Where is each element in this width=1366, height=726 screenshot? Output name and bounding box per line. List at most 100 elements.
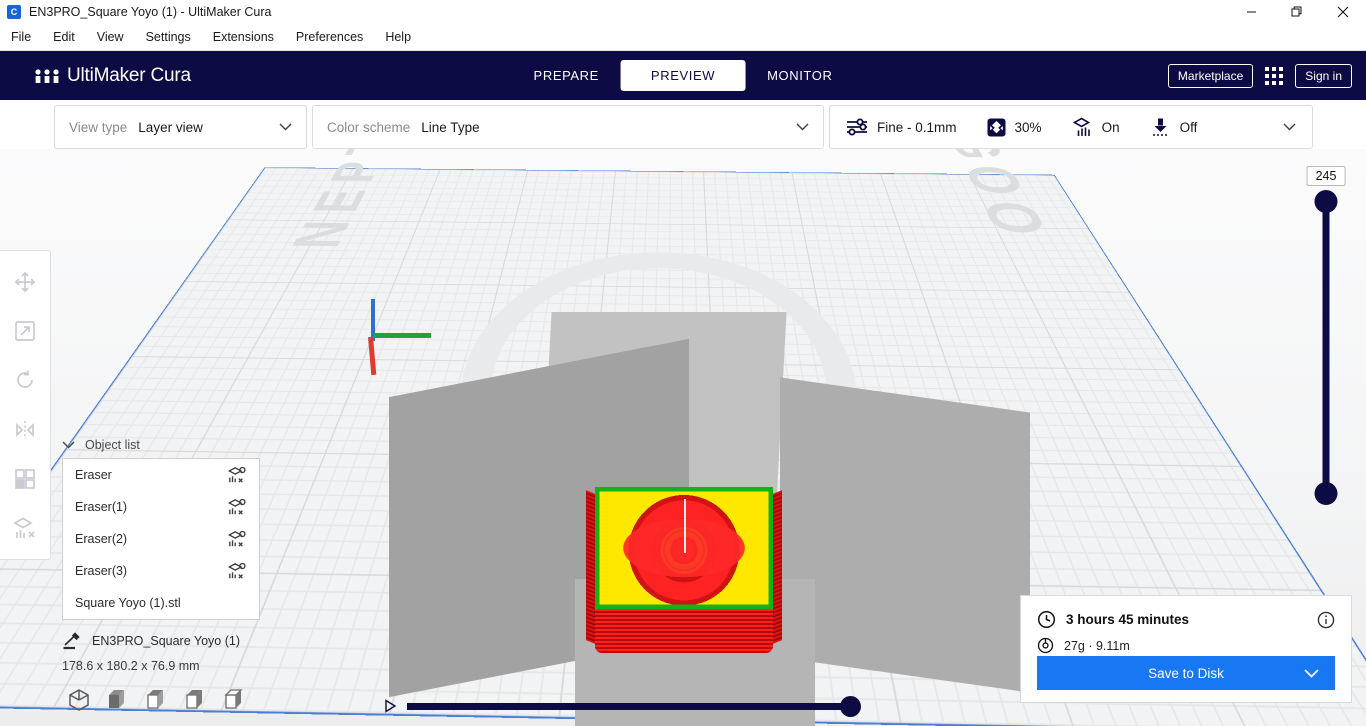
model-dimensions: 178.6 x 180.2 x 76.9 mm (62, 659, 262, 673)
menu-edit[interactable]: Edit (42, 26, 86, 48)
object-label: Eraser(3) (75, 564, 127, 578)
menu-view[interactable]: View (86, 26, 135, 48)
marketplace-button[interactable]: Marketplace (1168, 64, 1253, 88)
list-item[interactable]: Eraser (63, 459, 259, 491)
list-item[interactable]: Eraser(2) (63, 523, 259, 555)
menu-preferences[interactable]: Preferences (285, 26, 374, 48)
layer-upper-handle[interactable] (1315, 190, 1338, 213)
simulation-slider[interactable] (382, 695, 852, 717)
per-model-settings-icon[interactable] (8, 462, 42, 496)
list-item[interactable]: Eraser(1) (63, 491, 259, 523)
simulation-track[interactable] (407, 703, 852, 710)
title-bar: C EN3PRO_Square Yoyo (1) - UltiMaker Cur… (0, 0, 1366, 23)
ultimaker-logo-icon (34, 67, 60, 85)
pencil-icon[interactable] (62, 632, 81, 650)
sliders-icon (846, 118, 868, 136)
profile-setting[interactable]: Fine - 0.1mm (846, 118, 957, 136)
object-label: Square Yoyo (1).stl (75, 596, 181, 610)
support-blocker-icon (227, 562, 247, 580)
object-list-header[interactable]: Object list (62, 438, 262, 452)
layer-lower-handle[interactable] (1315, 482, 1338, 505)
header-actions: Marketplace Sign in (1168, 64, 1352, 88)
brand-name: UltiMaker Cura (67, 65, 191, 87)
chevron-down-icon[interactable] (796, 123, 809, 131)
chevron-down-icon[interactable] (1283, 123, 1296, 131)
cube-wire-icon[interactable] (66, 687, 92, 713)
profile-value: Fine - 0.1mm (877, 120, 957, 135)
object-list-panel: Object list Eraser Eraser(1) (62, 438, 262, 673)
rotate-icon[interactable] (8, 363, 42, 397)
print-info-card: 3 hours 45 minutes 27g · 9.11m Save to (1020, 595, 1352, 703)
application-header: UltiMaker Cura PREPARE PREVIEW MONITOR M… (0, 51, 1366, 100)
view-type-selector[interactable]: View type Layer view (54, 105, 307, 149)
chevron-down-icon[interactable] (279, 123, 292, 131)
material-usage: 27g · 9.11m (1064, 639, 1130, 653)
infill-icon (987, 118, 1006, 137)
play-icon[interactable] (382, 698, 398, 714)
menu-file[interactable]: File (0, 26, 42, 48)
project-name-row[interactable]: EN3PRO_Square Yoyo (1) (62, 632, 262, 650)
object-label: Eraser(2) (75, 532, 127, 546)
sliced-model[interactable] (586, 487, 782, 657)
infill-value: 30% (1015, 120, 1042, 135)
tab-prepare[interactable]: PREPARE (512, 60, 621, 91)
cube-right-icon[interactable] (222, 687, 248, 713)
camera-view-buttons (66, 687, 248, 713)
project-name: EN3PRO_Square Yoyo (1) (92, 634, 240, 648)
cube-left-icon[interactable] (183, 687, 209, 713)
adhesion-setting[interactable]: Off (1150, 117, 1198, 137)
layer-value-badge[interactable]: 245 (1307, 166, 1346, 186)
menu-help[interactable]: Help (374, 26, 422, 48)
brand: UltiMaker Cura (34, 65, 191, 87)
menu-settings[interactable]: Settings (135, 26, 202, 48)
object-label: Eraser (75, 468, 112, 482)
preview-toolbar: View type Layer view Color scheme Line T… (54, 105, 1313, 149)
simulation-handle[interactable] (840, 696, 861, 717)
chevron-down-icon[interactable] (1304, 669, 1319, 678)
cube-top-icon[interactable] (144, 687, 170, 713)
minimize-icon[interactable] (1228, 0, 1274, 23)
object-list-title: Object list (85, 438, 140, 452)
support-icon (1072, 117, 1093, 137)
print-settings-summary[interactable]: Fine - 0.1mm 30% (829, 105, 1313, 149)
view-type-value: Layer view (138, 120, 203, 135)
sign-in-button[interactable]: Sign in (1295, 64, 1352, 88)
list-item[interactable]: Eraser(3) (63, 555, 259, 587)
stage-tabs: PREPARE PREVIEW MONITOR (512, 60, 855, 91)
window-controls (1228, 0, 1366, 23)
mirror-icon[interactable] (8, 413, 42, 447)
support-setting[interactable]: On (1072, 117, 1120, 137)
info-icon[interactable] (1317, 611, 1335, 629)
close-icon[interactable] (1320, 0, 1366, 23)
support-blocker-icon (227, 498, 247, 516)
view-type-label: View type (69, 120, 127, 135)
material-row: 27g · 9.11m (1037, 637, 1335, 654)
infill-setting[interactable]: 30% (987, 118, 1042, 137)
cube-front-icon[interactable] (105, 687, 131, 713)
chevron-down-icon[interactable] (62, 441, 75, 449)
ghost-geometry (780, 377, 1030, 692)
object-list-box: Eraser Eraser(1) (62, 458, 260, 620)
color-scheme-selector[interactable]: Color scheme Line Type (312, 105, 824, 149)
model-tools-panel (0, 250, 51, 560)
scale-icon[interactable] (8, 314, 42, 348)
move-icon[interactable] (8, 265, 42, 299)
adhesion-value: Off (1180, 120, 1198, 135)
model-front-face (595, 605, 773, 653)
object-label: Eraser(1) (75, 500, 127, 514)
menu-bar: File Edit View Settings Extensions Prefe… (0, 23, 1366, 51)
support-blocker-icon (227, 530, 247, 548)
restore-icon[interactable] (1274, 0, 1320, 23)
list-item[interactable]: Square Yoyo (1).stl (63, 587, 259, 619)
layer-track[interactable] (1323, 198, 1330, 503)
model-seam-line (684, 499, 686, 553)
grid-apps-icon[interactable] (1265, 67, 1283, 85)
support-blocker-icon[interactable] (8, 511, 42, 545)
tab-monitor[interactable]: MONITOR (745, 60, 854, 91)
tab-preview[interactable]: PREVIEW (621, 60, 745, 91)
save-to-disk-label: Save to Disk (1148, 666, 1224, 681)
menu-extensions[interactable]: Extensions (202, 26, 285, 48)
cura-application-window: C EN3PRO_Square Yoyo (1) - UltiMaker Cur… (0, 0, 1366, 726)
save-to-disk-button[interactable]: Save to Disk (1037, 656, 1335, 690)
layer-slider[interactable]: 245 (1304, 166, 1348, 546)
